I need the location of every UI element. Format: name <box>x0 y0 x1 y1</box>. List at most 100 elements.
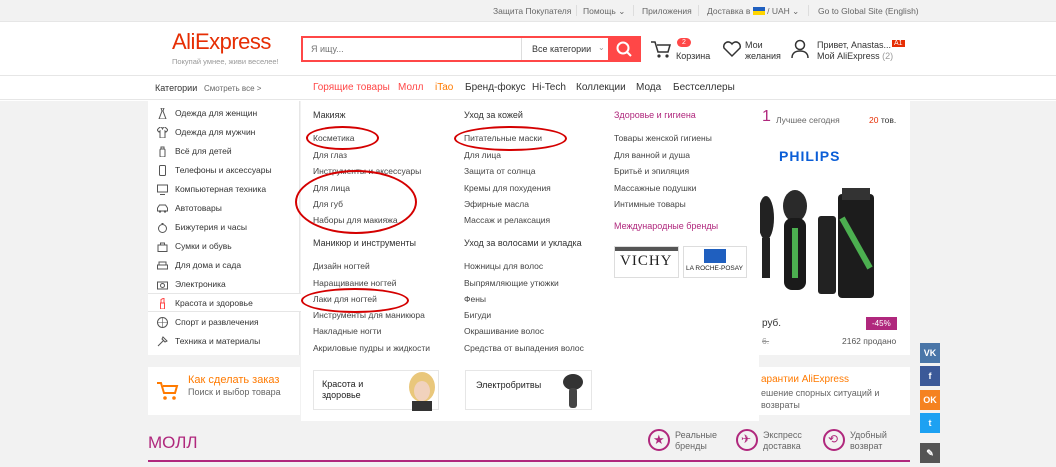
haircare-link[interactable]: Средства от выпадения волос <box>464 343 584 353</box>
skincare-link[interactable]: Эфирные масла <box>464 199 529 209</box>
health-link[interactable]: Массажные подушки <box>614 183 696 193</box>
heart-icon[interactable] <box>722 40 742 58</box>
category-phones[interactable]: Телефоны и аксессуары <box>148 161 301 180</box>
global-site-link[interactable]: Go to Global Site (English) <box>818 6 919 16</box>
nav-bestsellers[interactable]: Бестселлеры <box>673 82 735 93</box>
how-to-order-title[interactable]: Как сделать заказ <box>188 374 279 386</box>
makeup-heading[interactable]: Макияж <box>313 110 345 120</box>
feature-easy-return[interactable]: Удобный возврат <box>850 430 900 452</box>
skincare-link[interactable]: Защита от солнца <box>464 166 535 176</box>
health-link[interactable]: Товары женской гигиены <box>614 133 712 143</box>
category-auto[interactable]: Автотовары <box>148 199 301 218</box>
category-mens-clothing[interactable]: Одежда для мужчин <box>148 123 301 142</box>
nav-fashion[interactable]: Мода <box>636 82 661 93</box>
guarantee-title[interactable]: арантии AliExpress <box>761 374 849 385</box>
search-input[interactable] <box>303 38 519 60</box>
haircare-link[interactable]: Окрашивание волос <box>464 326 544 336</box>
health-link[interactable]: Для ванной и душа <box>614 150 690 160</box>
makeup-link[interactable]: Для глаз <box>313 150 347 160</box>
wishlist-label[interactable]: Мои желания <box>745 40 785 62</box>
category-jewelry[interactable]: Бижутерия и часы <box>148 218 301 237</box>
search-button[interactable] <box>608 36 641 62</box>
health-link[interactable]: Бритьё и эпиляция <box>614 166 689 176</box>
promo-beauty-health[interactable]: Красота и здоровье <box>313 370 439 411</box>
manicure-link[interactable]: Акриловые пудры и жидкости <box>313 343 430 353</box>
category-tools[interactable]: Техника и материалы <box>148 332 301 351</box>
nav-itao[interactable]: iTao <box>435 82 453 93</box>
see-all-link[interactable]: Смотреть все > <box>204 84 261 93</box>
manicure-link[interactable]: Накладные ногти <box>313 326 381 336</box>
cart-label[interactable]: Корзина <box>676 51 710 61</box>
mall-divider <box>148 460 910 462</box>
return-icon: ⟲ <box>823 429 845 451</box>
twitter-icon[interactable]: t <box>920 413 940 433</box>
ball-icon <box>157 317 168 328</box>
feature-express-delivery[interactable]: Экспресс доставка <box>763 430 813 452</box>
facebook-icon[interactable]: f <box>920 366 940 386</box>
manicure-link[interactable]: Дизайн ногтей <box>313 261 370 271</box>
search-category-select[interactable]: Все категории ⌄ <box>521 38 609 60</box>
cart-icon <box>157 382 179 400</box>
skincare-link[interactable]: Кремы для похудения <box>464 183 551 193</box>
skincare-link[interactable]: Массаж и релаксация <box>464 215 550 225</box>
skincare-link[interactable]: Для лица <box>464 150 501 160</box>
ring-icon <box>158 223 167 233</box>
manicure-link[interactable]: Наращивание ногтей <box>313 278 397 288</box>
category-electronics[interactable]: Электроника <box>148 275 301 294</box>
haircare-link[interactable]: Бигуди <box>464 310 491 320</box>
tools-icon <box>157 336 168 347</box>
apps-link[interactable]: Приложения <box>642 6 692 16</box>
vichy-logo[interactable]: VICHY <box>614 246 679 278</box>
odnoklassniki-icon[interactable]: OK <box>920 390 940 410</box>
user-icon[interactable] <box>790 39 810 59</box>
guarantee-subtitle: ешение спорных ситуаций и возвраты <box>761 388 880 410</box>
shaver-product-image[interactable] <box>760 178 900 308</box>
search-icon <box>616 41 632 57</box>
nav-collections[interactable]: Коллекции <box>576 82 626 93</box>
nav-mall[interactable]: Молл <box>398 82 423 93</box>
philips-brand-label: PHILIPS <box>779 148 841 164</box>
haircare-link[interactable]: Ножницы для волос <box>464 261 543 271</box>
category-bags[interactable]: Сумки и обувь <box>148 237 301 256</box>
plane-icon: ✈ <box>736 429 758 451</box>
chevron-down-icon: ⌄ <box>598 43 605 52</box>
haircare-link[interactable]: Выпрямляющие утюжки <box>464 278 559 288</box>
best-today-label: Лучшее сегодня <box>776 115 840 125</box>
nav-hi-tech[interactable]: Hi-Tech <box>532 82 566 93</box>
nav-hot-deals[interactable]: Горящие товары <box>313 82 390 93</box>
promo-electric-shavers[interactable]: Электробритвы <box>465 370 592 410</box>
car-icon <box>157 204 168 213</box>
cart-count-badge: 2 <box>677 38 691 47</box>
delivery-selector[interactable]: Доставка в / UAH ⌄ <box>707 6 799 17</box>
edit-icon[interactable]: ✎ <box>920 443 940 463</box>
health-heading[interactable]: Здоровье и гигиена <box>614 110 696 120</box>
category-computers[interactable]: Компьютерная техника <box>148 180 301 199</box>
health-link[interactable]: Интимные товары <box>614 199 686 209</box>
feature-real-brands[interactable]: Реальные бренды <box>675 430 725 452</box>
category-kids[interactable]: Всё для детей <box>148 142 301 161</box>
category-womens-clothing[interactable]: Одежда для женщин <box>148 104 301 123</box>
buyer-protection-link[interactable]: Защита Покупателя <box>493 6 571 16</box>
category-sports[interactable]: Спорт и развлечения <box>148 313 301 332</box>
haircare-link[interactable]: Фены <box>464 294 486 304</box>
manicure-heading[interactable]: Маникюр и инструменты <box>313 238 416 248</box>
category-beauty-health[interactable]: Красота и здоровье <box>148 293 301 312</box>
aliexpress-logo[interactable]: AliExpress <box>172 29 271 55</box>
tagline: Покупай умнее, живи веселее! <box>172 57 279 66</box>
brands-heading[interactable]: Международные бренды <box>614 221 718 231</box>
annotation-oval <box>454 126 567 151</box>
my-aliexpress-link[interactable]: Мой AliExpress (2) <box>817 51 893 61</box>
haircare-heading[interactable]: Уход за волосами и укладка <box>464 238 582 248</box>
cart-icon[interactable] <box>650 39 672 59</box>
help-link[interactable]: Помощь ⌄ <box>583 6 625 17</box>
user-greeting[interactable]: Привет, Anastas... <box>817 40 891 50</box>
annotation-oval <box>301 288 409 313</box>
nav-brand-focus[interactable]: Бренд-фокус <box>465 82 526 93</box>
category-home[interactable]: Для дома и сада <box>148 256 301 275</box>
vk-icon[interactable]: VK <box>920 343 940 363</box>
sofa-icon <box>157 261 168 270</box>
deal-count[interactable]: 20 тов. <box>869 115 896 125</box>
la-roche-posay-logo[interactable]: LA ROCHE-POSAY <box>683 246 747 278</box>
skincare-heading[interactable]: Уход за кожей <box>464 110 523 120</box>
categories-heading: Категории <box>155 83 198 93</box>
